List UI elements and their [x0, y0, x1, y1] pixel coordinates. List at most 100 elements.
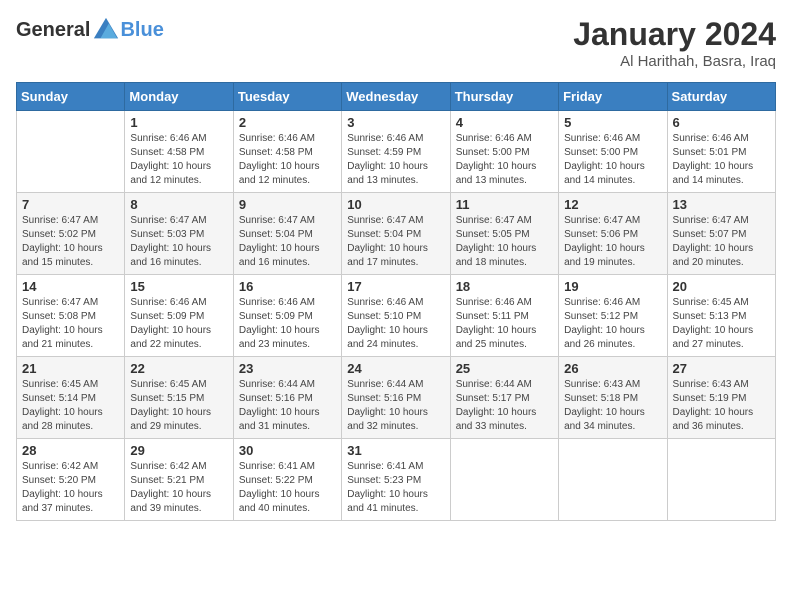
day-number: 19 — [564, 279, 661, 294]
weekday-header-friday: Friday — [559, 83, 667, 111]
calendar-cell: 31 Sunrise: 6:41 AMSunset: 5:23 PMDayligh… — [342, 439, 450, 521]
day-number: 27 — [673, 361, 770, 376]
logo-blue: Blue — [120, 19, 163, 41]
day-number: 30 — [239, 443, 336, 458]
day-number: 2 — [239, 115, 336, 130]
calendar-table: SundayMondayTuesdayWednesdayThursdayFrid… — [16, 82, 776, 521]
cell-sun-info: Sunrise: 6:46 AMSunset: 5:01 PMDaylight:… — [673, 132, 770, 188]
calendar-week-row: 7 Sunrise: 6:47 AMSunset: 5:02 PMDaylight… — [17, 193, 776, 275]
cell-sun-info: Sunrise: 6:45 AMSunset: 5:13 PMDaylight:… — [673, 296, 770, 352]
calendar-week-row: 1 Sunrise: 6:46 AMSunset: 4:58 PMDaylight… — [17, 111, 776, 193]
month-title: January 2024 — [573, 16, 776, 53]
day-number: 1 — [130, 115, 227, 130]
calendar-week-row: 21Sunrise: 6:45 AMSunset: 5:14 PMDayligh… — [17, 357, 776, 439]
day-number: 11 — [456, 197, 553, 212]
calendar-cell: 27 Sunrise: 6:43 AMSunset: 5:19 PMDayligh… — [667, 357, 775, 439]
cell-sun-info: Sunrise: 6:47 AMSunset: 5:04 PMDaylight:… — [347, 214, 444, 270]
day-number: 16 — [239, 279, 336, 294]
cell-sun-info: Sunrise: 6:44 AMSunset: 5:16 PMDaylight:… — [347, 378, 444, 434]
day-number: 13 — [673, 197, 770, 212]
cell-sun-info: Sunrise: 6:42 AMSunset: 5:20 PMDaylight:… — [22, 460, 119, 516]
day-number: 26 — [564, 361, 661, 376]
calendar-cell: 2 Sunrise: 6:46 AMSunset: 4:58 PMDaylight… — [233, 111, 341, 193]
calendar-cell — [559, 439, 667, 521]
calendar-week-row: 28 Sunrise: 6:42 AMSunset: 5:20 PMDayligh… — [17, 439, 776, 521]
day-number: 17 — [347, 279, 444, 294]
calendar-cell: 19 Sunrise: 6:46 AMSunset: 5:12 PMDayligh… — [559, 275, 667, 357]
calendar-cell: 11 Sunrise: 6:47 AMSunset: 5:05 PMDayligh… — [450, 193, 558, 275]
cell-sun-info: Sunrise: 6:43 AMSunset: 5:18 PMDaylight:… — [564, 378, 661, 434]
calendar-cell: 24 Sunrise: 6:44 AMSunset: 5:16 PMDayligh… — [342, 357, 450, 439]
weekday-header-saturday: Saturday — [667, 83, 775, 111]
calendar-cell — [450, 439, 558, 521]
day-number: 23 — [239, 361, 336, 376]
cell-sun-info: Sunrise: 6:46 AMSunset: 5:00 PMDaylight:… — [564, 132, 661, 188]
calendar-cell: 15 Sunrise: 6:46 AMSunset: 5:09 PMDayligh… — [125, 275, 233, 357]
cell-sun-info: Sunrise: 6:46 AMSunset: 5:09 PMDaylight:… — [239, 296, 336, 352]
calendar-cell: 3 Sunrise: 6:46 AMSunset: 4:59 PMDaylight… — [342, 111, 450, 193]
calendar-cell: 16 Sunrise: 6:46 AMSunset: 5:09 PMDayligh… — [233, 275, 341, 357]
calendar-cell: 29 Sunrise: 6:42 AMSunset: 5:21 PMDayligh… — [125, 439, 233, 521]
calendar-cell: 8Sunrise: 6:47 AMSunset: 5:03 PMDaylight… — [125, 193, 233, 275]
calendar-cell: 5 Sunrise: 6:46 AMSunset: 5:00 PMDaylight… — [559, 111, 667, 193]
cell-sun-info: Sunrise: 6:47 AMSunset: 5:08 PMDaylight:… — [22, 296, 119, 352]
cell-sun-info: Sunrise: 6:41 AMSunset: 5:22 PMDaylight:… — [239, 460, 336, 516]
calendar-cell: 21Sunrise: 6:45 AMSunset: 5:14 PMDayligh… — [17, 357, 125, 439]
calendar-cell: 28 Sunrise: 6:42 AMSunset: 5:20 PMDayligh… — [17, 439, 125, 521]
day-number: 10 — [347, 197, 444, 212]
calendar-cell: 14 Sunrise: 6:47 AMSunset: 5:08 PMDayligh… — [17, 275, 125, 357]
day-number: 15 — [130, 279, 227, 294]
cell-sun-info: Sunrise: 6:46 AMSunset: 5:11 PMDaylight:… — [456, 296, 553, 352]
day-number: 31 — [347, 443, 444, 458]
cell-sun-info: Sunrise: 6:42 AMSunset: 5:21 PMDaylight:… — [130, 460, 227, 516]
day-number: 25 — [456, 361, 553, 376]
day-number: 29 — [130, 443, 227, 458]
day-number: 14 — [22, 279, 119, 294]
calendar-cell: 4 Sunrise: 6:46 AMSunset: 5:00 PMDaylight… — [450, 111, 558, 193]
cell-sun-info: Sunrise: 6:46 AMSunset: 5:12 PMDaylight:… — [564, 296, 661, 352]
weekday-header-wednesday: Wednesday — [342, 83, 450, 111]
cell-sun-info: Sunrise: 6:46 AMSunset: 5:09 PMDaylight:… — [130, 296, 227, 352]
cell-sun-info: Sunrise: 6:46 AMSunset: 4:59 PMDaylight:… — [347, 132, 444, 188]
day-number: 22 — [130, 361, 227, 376]
calendar-cell: 1Sunrise: 6:46 AMSunset: 4:58 PMDaylight… — [125, 111, 233, 193]
day-number: 3 — [347, 115, 444, 130]
calendar-cell: 25Sunrise: 6:44 AMSunset: 5:17 PMDayligh… — [450, 357, 558, 439]
cell-sun-info: Sunrise: 6:47 AMSunset: 5:04 PMDaylight:… — [239, 214, 336, 270]
calendar-cell: 12 Sunrise: 6:47 AMSunset: 5:06 PMDayligh… — [559, 193, 667, 275]
cell-sun-info: Sunrise: 6:43 AMSunset: 5:19 PMDaylight:… — [673, 378, 770, 434]
cell-sun-info: Sunrise: 6:47 AMSunset: 5:06 PMDaylight:… — [564, 214, 661, 270]
calendar-cell: 9 Sunrise: 6:47 AMSunset: 5:04 PMDaylight… — [233, 193, 341, 275]
day-number: 21 — [22, 361, 119, 376]
cell-sun-info: Sunrise: 6:45 AMSunset: 5:15 PMDaylight:… — [130, 378, 227, 434]
calendar-cell: 23Sunrise: 6:44 AMSunset: 5:16 PMDayligh… — [233, 357, 341, 439]
calendar-cell: 20Sunrise: 6:45 AMSunset: 5:13 PMDayligh… — [667, 275, 775, 357]
cell-sun-info: Sunrise: 6:47 AMSunset: 5:05 PMDaylight:… — [456, 214, 553, 270]
weekday-header-thursday: Thursday — [450, 83, 558, 111]
calendar-cell: 10 Sunrise: 6:47 AMSunset: 5:04 PMDayligh… — [342, 193, 450, 275]
cell-sun-info: Sunrise: 6:47 AMSunset: 5:02 PMDaylight:… — [22, 214, 119, 270]
weekday-header-row: SundayMondayTuesdayWednesdayThursdayFrid… — [17, 83, 776, 111]
calendar-cell — [17, 111, 125, 193]
cell-sun-info: Sunrise: 6:41 AMSunset: 5:23 PMDaylight:… — [347, 460, 444, 516]
page-header: General Blue January 2024 Al Harithah, B… — [16, 16, 776, 70]
day-number: 4 — [456, 115, 553, 130]
day-number: 9 — [239, 197, 336, 212]
day-number: 18 — [456, 279, 553, 294]
calendar-cell: 30 Sunrise: 6:41 AMSunset: 5:22 PMDayligh… — [233, 439, 341, 521]
day-number: 28 — [22, 443, 119, 458]
calendar-cell: 7 Sunrise: 6:47 AMSunset: 5:02 PMDaylight… — [17, 193, 125, 275]
day-number: 12 — [564, 197, 661, 212]
cell-sun-info: Sunrise: 6:46 AMSunset: 5:00 PMDaylight:… — [456, 132, 553, 188]
logo: General Blue — [16, 16, 164, 44]
day-number: 5 — [564, 115, 661, 130]
day-number: 24 — [347, 361, 444, 376]
calendar-cell: 13 Sunrise: 6:47 AMSunset: 5:07 PMDayligh… — [667, 193, 775, 275]
day-number: 7 — [22, 197, 119, 212]
cell-sun-info: Sunrise: 6:47 AMSunset: 5:07 PMDaylight:… — [673, 214, 770, 270]
cell-sun-info: Sunrise: 6:46 AMSunset: 4:58 PMDaylight:… — [239, 132, 336, 188]
day-number: 8 — [130, 197, 227, 212]
day-number: 6 — [673, 115, 770, 130]
logo-icon — [92, 16, 120, 44]
calendar-cell — [667, 439, 775, 521]
